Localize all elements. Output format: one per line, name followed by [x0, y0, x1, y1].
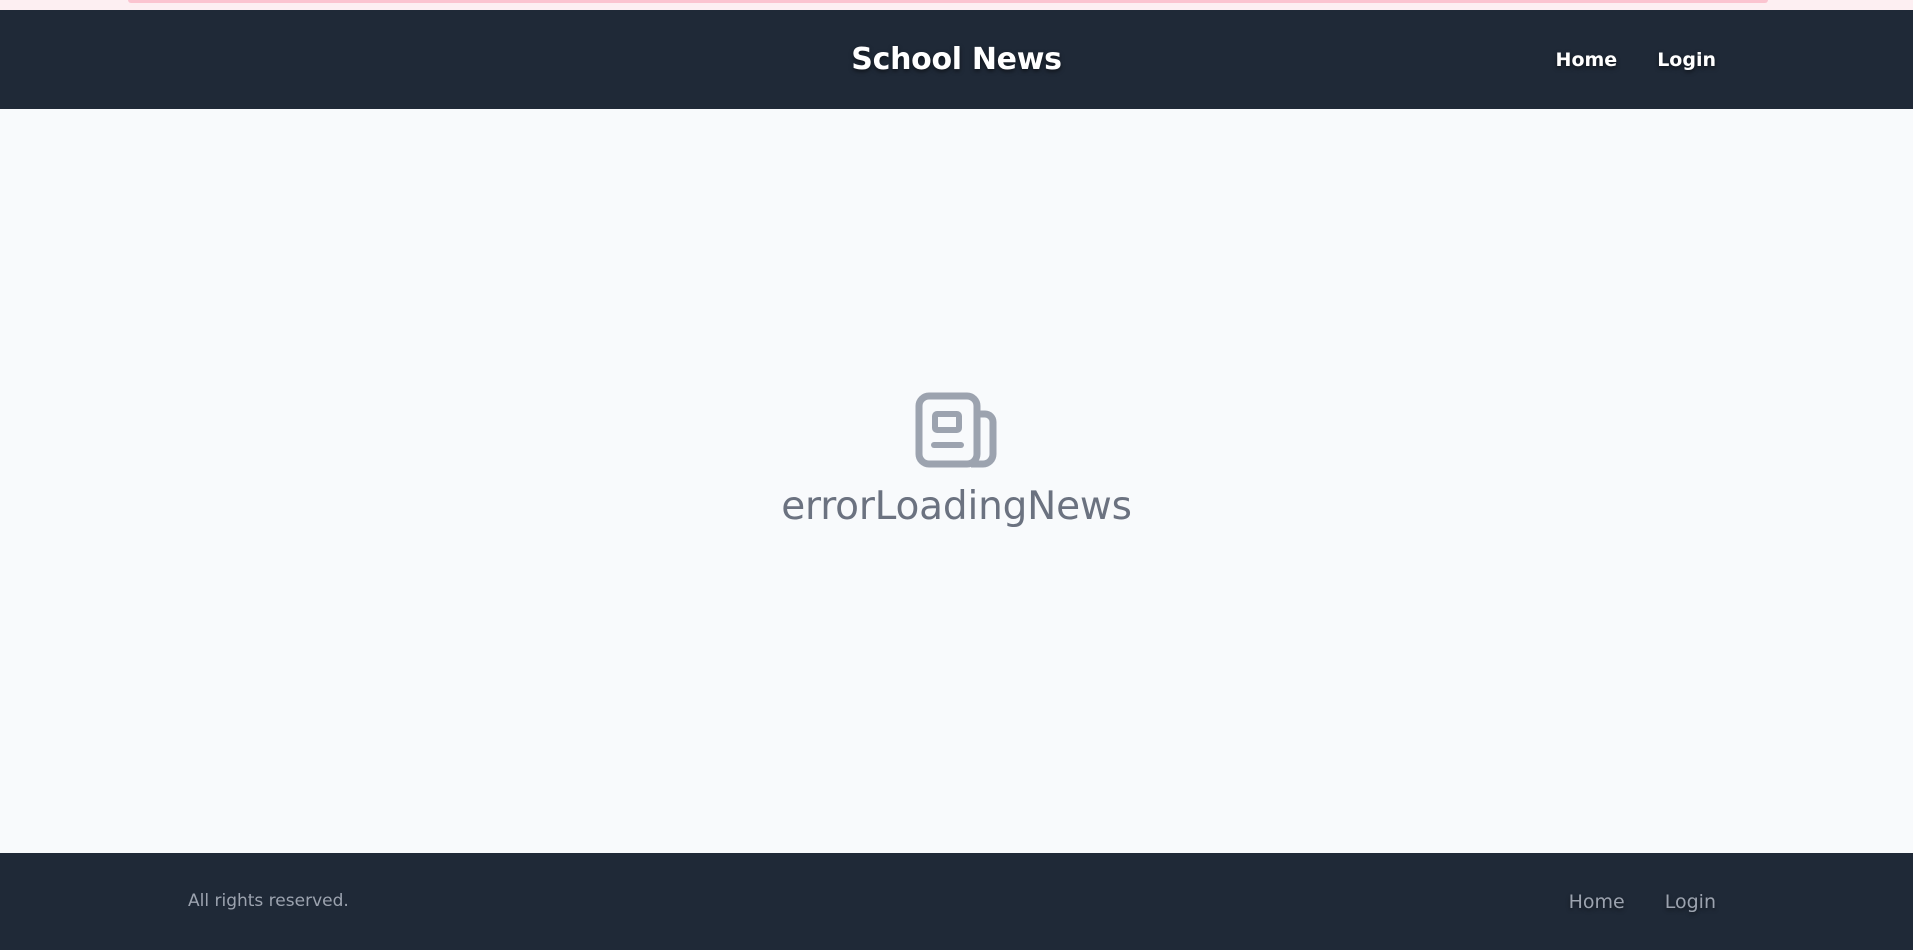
newspaper-icon	[915, 392, 996, 468]
footer-home-link[interactable]: Home	[1569, 891, 1625, 913]
nav-login-link[interactable]: Login	[1657, 49, 1716, 71]
site-header: School News Home Login	[0, 10, 1913, 109]
copyright-text: All rights reserved.	[188, 891, 349, 911]
nav-home-link[interactable]: Home	[1556, 49, 1618, 71]
error-empty-state: errorLoadingNews	[0, 392, 1913, 529]
site-footer: All rights reserved. Home Login	[0, 853, 1913, 950]
error-message: errorLoadingNews	[781, 484, 1132, 529]
top-banner-strip	[0, 0, 1913, 10]
header-nav: Home Login	[1556, 10, 1716, 109]
footer-nav: Home Login	[1569, 853, 1716, 950]
top-banner-bar	[128, 0, 1768, 3]
main-content: errorLoadingNews	[0, 109, 1913, 853]
footer-login-link[interactable]: Login	[1665, 891, 1716, 913]
page: School News Home Login errorLoadingNews …	[0, 0, 1913, 950]
